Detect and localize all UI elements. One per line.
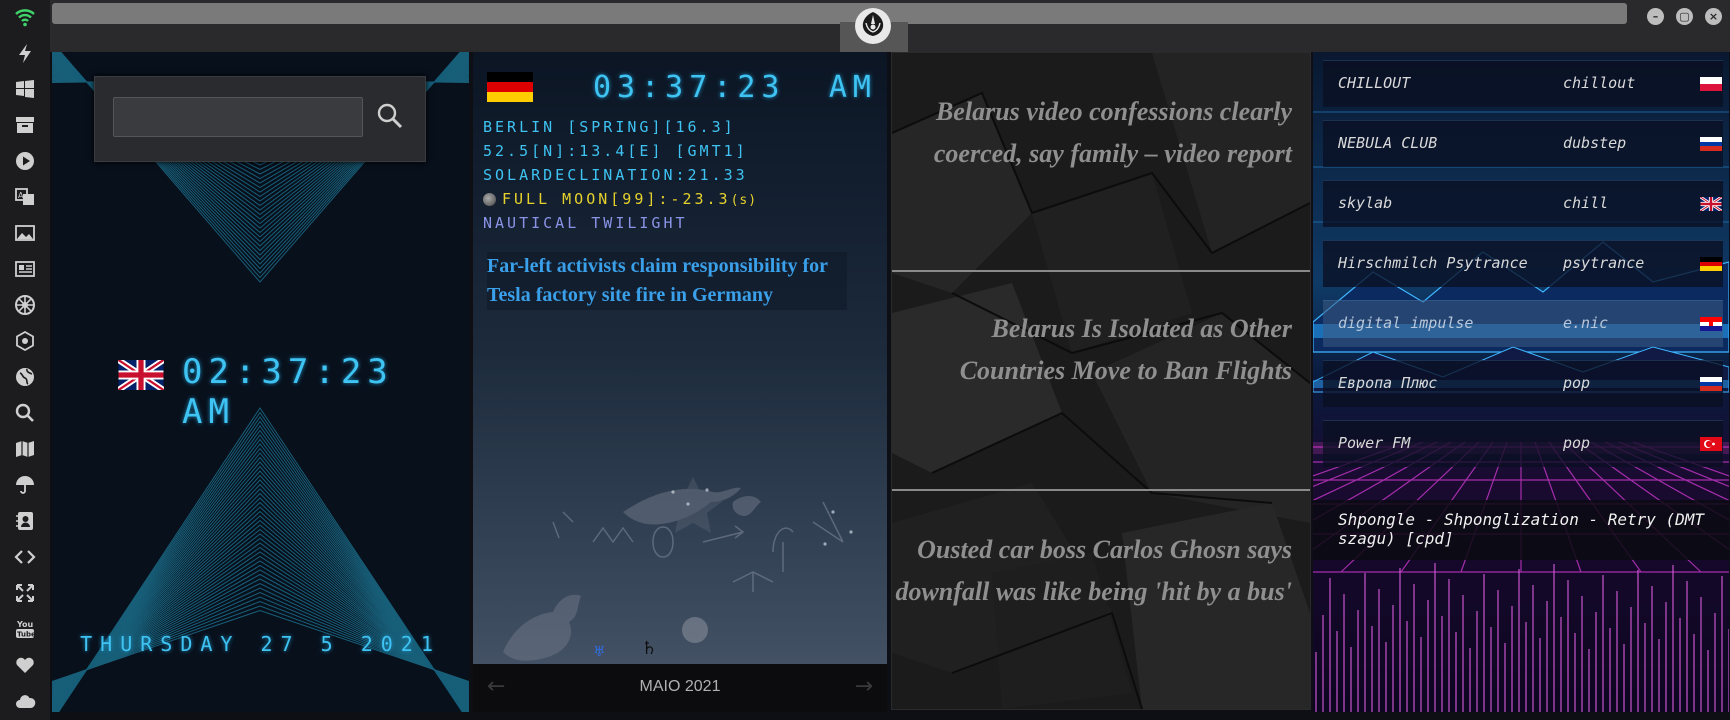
maximize-button[interactable]: ▢ [1676, 8, 1693, 25]
radio-station[interactable]: digital impulse e.nic [1323, 300, 1723, 347]
russia-flag-icon [1700, 137, 1722, 151]
station-genre: e.nic [1563, 314, 1609, 332]
uk-flag-icon [1700, 197, 1722, 211]
radio-station[interactable]: Power FM pop [1323, 420, 1723, 467]
station-name: CHILLOUT [1338, 74, 1411, 92]
globe-icon[interactable] [14, 366, 36, 388]
twilight-line: NAUTICAL TWILIGHT [483, 214, 688, 232]
solar-declination-line: SOLARDECLINATION:21.33 [483, 166, 748, 184]
radio-panel: CHILLOUT chillout NEBULA CLUB dubstep sk… [1313, 52, 1729, 712]
moon-phase-line: FULL MOON[99]:-23.3(s) [483, 190, 757, 208]
search-input[interactable] [113, 97, 363, 137]
fullscreen-icon[interactable] [14, 582, 36, 604]
youtube-icon[interactable]: You Tube [14, 618, 36, 640]
uk-flag-icon [118, 360, 164, 390]
calendar-next-button[interactable]: → [855, 674, 873, 699]
news-item[interactable]: Ousted car boss Carlos Ghosn says downfa… [892, 529, 1292, 613]
coordinates-line: 52.5[N]:13.4[E] [GMT1] [483, 142, 748, 160]
rebel-alliance-icon[interactable] [14, 294, 36, 316]
news-item[interactable]: Belarus video confessions clearly coerce… [922, 91, 1292, 175]
russia-flag-icon [1700, 377, 1722, 391]
germany-clock-time: 03:37:23 [593, 70, 786, 105]
news-icon[interactable] [14, 258, 36, 280]
image-icon[interactable] [14, 222, 36, 244]
station-name: skylab [1338, 194, 1393, 212]
uk-clock-panel: 02:37:23 AM THURSDAY 27 5 2021 [52, 52, 469, 712]
play-icon[interactable] [14, 150, 36, 172]
svg-text:A: A [18, 191, 24, 200]
station-genre: chillout [1563, 74, 1636, 92]
radio-station[interactable]: skylab chill [1323, 180, 1723, 227]
umbrella-icon[interactable] [14, 474, 36, 496]
lightning-icon[interactable] [14, 42, 36, 64]
radio-station[interactable]: Hirschmilch Psytrance psytrance [1323, 240, 1723, 287]
minimize-button[interactable]: – [1647, 8, 1664, 25]
wifi-icon[interactable] [14, 6, 36, 28]
now-playing-track: Shpongle - Shponglization - Retry (DMT s… [1338, 510, 1705, 548]
svg-text:♅: ♅ [593, 644, 606, 660]
station-name: Power FM [1338, 434, 1411, 452]
news-item[interactable]: Belarus Is Isolated as Other Countries M… [892, 308, 1292, 392]
translate-icon[interactable]: A [14, 186, 36, 208]
station-genre: pop [1563, 374, 1591, 392]
svg-text:Tube: Tube [17, 631, 36, 639]
close-button[interactable]: × [1705, 8, 1722, 25]
rebel-alliance-logo-icon[interactable] [853, 6, 893, 46]
cloud-icon[interactable] [14, 690, 36, 712]
date-display: THURSDAY 27 5 2021 [80, 632, 441, 656]
svg-text:♄: ♄ [641, 638, 657, 659]
station-name: digital impulse [1338, 314, 1474, 332]
radio-station[interactable]: NEBULA CLUB dubstep [1323, 120, 1723, 167]
moon-icon [483, 193, 496, 206]
news-divider [892, 270, 1310, 272]
turkey-flag-icon [1700, 437, 1722, 451]
radio-station[interactable]: CHILLOUT chillout [1323, 60, 1723, 107]
station-genre: dubstep [1563, 134, 1627, 152]
station-name: NEBULA CLUB [1338, 134, 1438, 152]
app-sidebar: A You Tube [0, 0, 50, 720]
code-icon[interactable] [14, 546, 36, 568]
germany-flag-icon [1700, 257, 1722, 271]
news-headline-link[interactable]: Far-left activists claim responsibility … [487, 252, 847, 310]
uk-clock-time: 02:37:23 AM [182, 352, 394, 432]
station-genre: pop [1563, 434, 1591, 452]
svg-text:You: You [16, 620, 34, 629]
archive-icon[interactable] [14, 114, 36, 136]
search-icon[interactable] [375, 101, 405, 131]
radio-station[interactable]: Европа Плюс pop [1323, 360, 1723, 407]
germany-clock-panel: 03:37:23 AM BERLIN [SPRING][16.3] 52.5[N… [473, 52, 887, 712]
heart-icon[interactable] [14, 654, 36, 676]
station-name: Европа Плюс [1338, 374, 1438, 392]
news-divider [892, 489, 1310, 491]
moon-phase-text: FULL MOON[99]:-23.3 [502, 190, 731, 208]
title-strip[interactable] [52, 3, 1627, 24]
map-icon[interactable] [14, 438, 36, 460]
contacts-icon[interactable] [14, 510, 36, 532]
station-genre: psytrance [1563, 254, 1645, 272]
search-widget [94, 76, 426, 162]
search-icon[interactable] [14, 402, 36, 424]
germany-clock-ampm: AM [828, 70, 877, 105]
calendar-month-label: MAIO 2021 [639, 678, 721, 695]
location-line: BERLIN [SPRING][16.3] [483, 118, 736, 136]
germany-flag-icon [487, 72, 533, 102]
station-genre: chill [1563, 194, 1609, 212]
calendar-bar: ← MAIO 2021 → [473, 664, 887, 712]
poland-flag-icon [1700, 77, 1722, 91]
station-name: Hirschmilch Psytrance [1338, 254, 1528, 272]
moon-phase-suffix: (s) [730, 193, 758, 208]
empire-icon[interactable] [14, 330, 36, 352]
windows-icon[interactable] [14, 78, 36, 100]
news-panel: Belarus video confessions clearly coerce… [891, 52, 1311, 710]
croatia-flag-icon [1700, 317, 1722, 331]
